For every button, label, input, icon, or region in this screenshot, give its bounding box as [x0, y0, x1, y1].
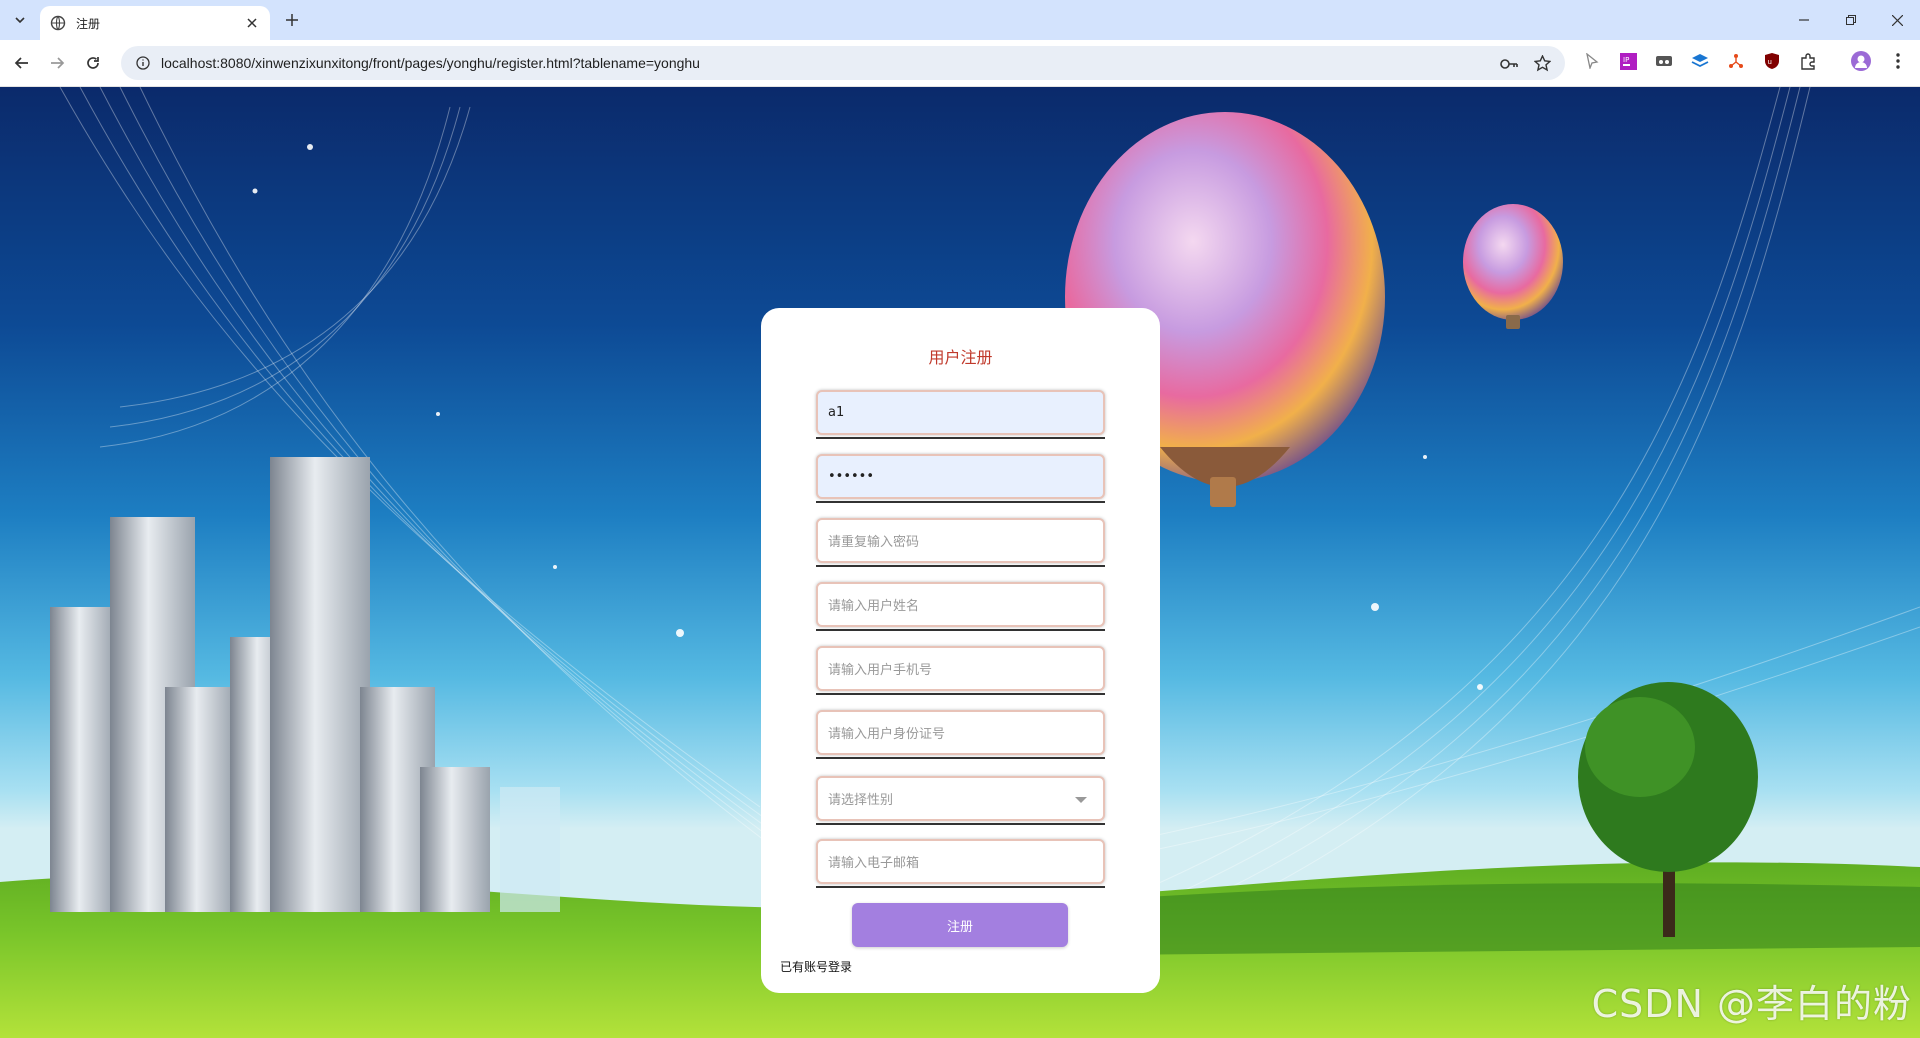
- back-button[interactable]: [10, 51, 34, 75]
- url-text: localhost:8080/xinwenzixunxitong/front/p…: [161, 55, 700, 71]
- extensions-puzzle-icon[interactable]: [1798, 51, 1818, 71]
- csdn-watermark: CSDN @李白的粉: [1591, 982, 1912, 1026]
- tab-title: 注册: [76, 16, 101, 31]
- globe-icon: [50, 15, 66, 31]
- svg-text:IP: IP: [1623, 56, 1629, 64]
- browser-tab[interactable]: 注册: [40, 6, 270, 40]
- phone-row: 请输入用户手机号: [816, 646, 1105, 695]
- browser-menu-icon[interactable]: [1888, 51, 1908, 71]
- username-row: a1: [816, 390, 1105, 439]
- minimize-icon: [1799, 19, 1809, 21]
- register-button[interactable]: 注册: [852, 903, 1068, 947]
- gender-row: 请选择性别: [816, 776, 1105, 825]
- password-input[interactable]: ••••••: [816, 454, 1105, 499]
- reload-button[interactable]: [81, 51, 105, 75]
- tab-search-button[interactable]: [7, 7, 33, 33]
- layers-extension-icon[interactable]: [1690, 51, 1710, 71]
- caret-down-icon: [1075, 797, 1087, 803]
- arrow-left-icon: [14, 57, 28, 69]
- incognito-extension-icon[interactable]: [1654, 51, 1674, 71]
- password-row: ••••••: [816, 454, 1105, 503]
- phone-input[interactable]: 请输入用户手机号: [816, 646, 1105, 691]
- full-name-input[interactable]: 请输入用户姓名: [816, 582, 1105, 627]
- password-key-icon[interactable]: [1500, 55, 1518, 73]
- confirm-password-row: 请重复输入密码: [816, 518, 1105, 567]
- register-title: 用户注册: [928, 348, 993, 367]
- username-input[interactable]: a1: [816, 390, 1105, 435]
- browser-tab-strip: 注册: [0, 0, 1920, 40]
- new-tab-button[interactable]: [281, 9, 303, 31]
- email-input[interactable]: 请输入电子邮箱: [816, 839, 1105, 884]
- profile-avatar[interactable]: [1851, 51, 1871, 71]
- gender-select-placeholder: 请选择性别: [828, 793, 894, 808]
- forward-button[interactable]: [45, 51, 69, 75]
- confirm-password-input[interactable]: 请重复输入密码: [816, 518, 1105, 563]
- address-bar[interactable]: localhost:8080/xinwenzixunxitong/front/p…: [121, 46, 1565, 80]
- reload-icon: [87, 57, 99, 69]
- site-info-icon[interactable]: [135, 55, 151, 71]
- page-viewport: 用户注册 a1 •••••• 请重复输入密码 请输入用户姓名 请输入用户手机号 …: [0, 87, 1920, 1038]
- chevron-down-icon: [15, 17, 25, 24]
- cursor-extension-icon[interactable]: [1582, 51, 1602, 71]
- register-card: 用户注册 a1 •••••• 请重复输入密码 请输入用户姓名 请输入用户手机号 …: [761, 308, 1160, 993]
- arrow-right-icon: [51, 57, 65, 69]
- restore-button[interactable]: [1839, 8, 1863, 32]
- ublock-shield-icon[interactable]: u: [1762, 51, 1782, 71]
- svg-text:u: u: [1768, 58, 1772, 66]
- close-tab-icon[interactable]: [244, 15, 260, 31]
- network-extension-icon[interactable]: [1726, 51, 1746, 71]
- gender-select[interactable]: 请选择性别: [816, 776, 1105, 821]
- id-number-row: 请输入用户身份证号: [816, 710, 1105, 759]
- close-icon: [1891, 14, 1903, 26]
- plus-icon: [286, 14, 298, 26]
- bookmark-star-icon[interactable]: [1533, 54, 1551, 72]
- restore-icon: [1846, 15, 1856, 25]
- login-link[interactable]: 已有账号登录: [780, 958, 852, 975]
- jetbrains-extension-icon[interactable]: IP: [1618, 51, 1638, 71]
- full-name-row: 请输入用户姓名: [816, 582, 1105, 631]
- id-number-input[interactable]: 请输入用户身份证号: [816, 710, 1105, 755]
- email-row: 请输入电子邮箱: [816, 839, 1105, 888]
- minimize-button[interactable]: [1792, 8, 1816, 32]
- close-window-button[interactable]: [1885, 8, 1909, 32]
